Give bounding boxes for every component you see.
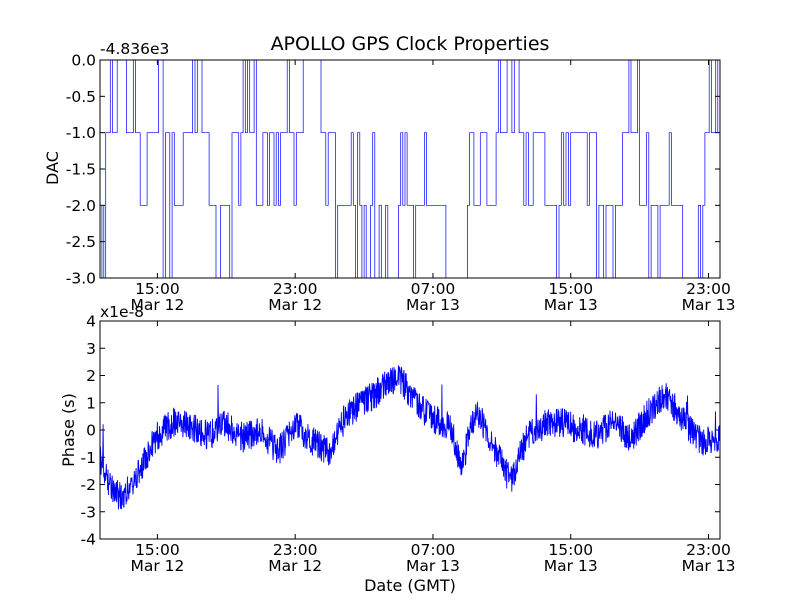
dac-y-tick-label: -1.0 bbox=[66, 124, 96, 142]
phase-x-tick-date: Mar 12 bbox=[130, 557, 184, 575]
figure-background bbox=[0, 0, 800, 600]
dac-offset-label: -4.836e3 bbox=[100, 40, 169, 58]
phase-y-tick-label: -4 bbox=[81, 531, 96, 549]
chart-title: APOLLO GPS Clock Properties bbox=[271, 33, 550, 55]
phase-x-tick-date: Mar 13 bbox=[682, 557, 736, 575]
phase-y-tick-label: 2 bbox=[86, 367, 96, 385]
dac-y-tick-label: -1.5 bbox=[66, 161, 96, 179]
figure: APOLLO GPS Clock Properties -4.836e3 DAC… bbox=[0, 0, 800, 600]
phase-x-tick-date: Mar 12 bbox=[268, 557, 322, 575]
phase-y-tick-label: -3 bbox=[81, 503, 96, 521]
phase-axis-label: Phase (s) bbox=[59, 393, 78, 467]
dac-x-tick-date: Mar 13 bbox=[406, 296, 460, 314]
phase-y-tick-label: 1 bbox=[86, 394, 96, 412]
phase-offset-label: x1e-8 bbox=[100, 303, 144, 321]
phase-x-tick-date: Mar 13 bbox=[406, 557, 460, 575]
phase-y-tick-label: -2 bbox=[81, 476, 96, 494]
dac-y-tick-label: -2.0 bbox=[66, 197, 96, 215]
dac-x-tick-date: Mar 13 bbox=[682, 296, 736, 314]
phase-y-tick-label: 0 bbox=[86, 422, 96, 440]
dac-y-tick-label: -3.0 bbox=[66, 270, 96, 288]
phase-x-tick-date: Mar 13 bbox=[544, 557, 598, 575]
phase-y-tick-label: -1 bbox=[81, 449, 96, 467]
dac-x-tick-date: Mar 13 bbox=[544, 296, 598, 314]
dac-y-tick-label: 0.0 bbox=[71, 52, 96, 70]
phase-y-tick-label: 4 bbox=[86, 313, 96, 331]
phase-y-tick-label: 3 bbox=[86, 340, 96, 358]
x-axis-label: Date (GMT) bbox=[364, 576, 456, 595]
dac-x-tick-date: Mar 12 bbox=[268, 296, 322, 314]
dac-y-tick-label: -0.5 bbox=[66, 88, 96, 106]
dac-axis-label: DAC bbox=[43, 151, 62, 185]
dac-y-tick-label: -2.5 bbox=[66, 233, 96, 251]
